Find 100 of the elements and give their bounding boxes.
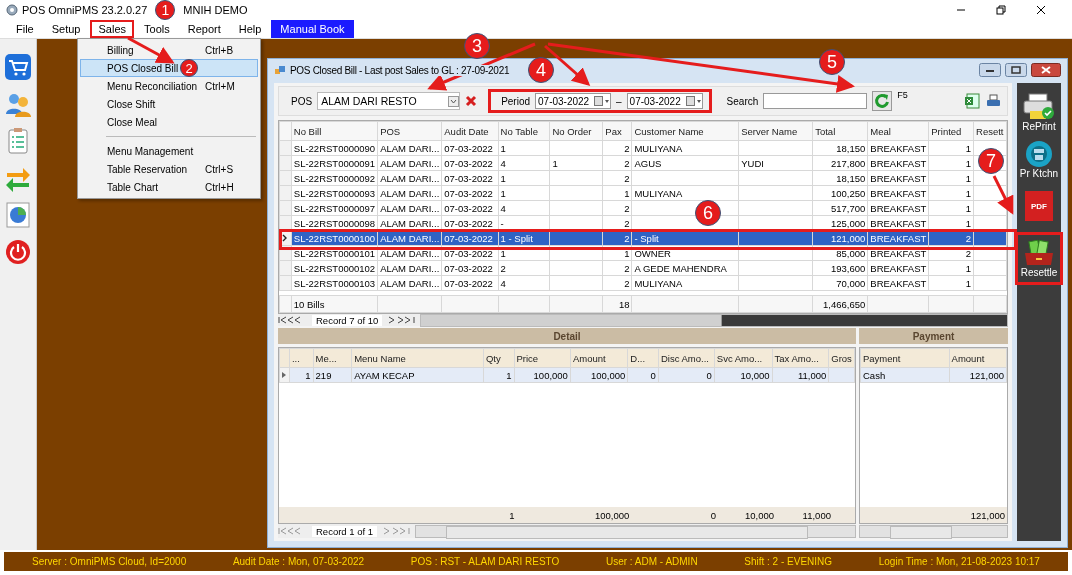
table-cell: BREAKFAST: [870, 262, 927, 274]
menu-item[interactable]: Close Shift: [80, 95, 258, 113]
column-header[interactable]: ...: [289, 348, 314, 368]
pdf-button[interactable]: PDF: [1018, 185, 1060, 227]
table-cell: BREAKFAST: [870, 142, 927, 154]
pie-chart-icon[interactable]: [4, 201, 32, 229]
menu-item[interactable]: Manual Book: [271, 20, 354, 38]
power-icon[interactable]: [4, 238, 32, 266]
column-header[interactable]: No Order: [549, 121, 603, 141]
kitchen-print-button[interactable]: Pr Ktchn: [1018, 138, 1060, 181]
maximize-button[interactable]: [1005, 63, 1027, 77]
column-header[interactable]: Customer Name: [631, 121, 739, 141]
search-label: Search: [726, 95, 759, 107]
table-cell: 18,150: [836, 142, 866, 154]
table-cell: BREAKFAST: [870, 232, 927, 244]
record-counter: Record 7 of 10: [312, 314, 383, 326]
summary-cell: 121,000: [970, 509, 1005, 521]
table-cell: 1: [965, 157, 971, 169]
table-cell: 1: [965, 262, 971, 274]
table-cell: ALAM DARI...: [380, 247, 440, 259]
status-item: POS : RST - ALAM DARI RESTO: [410, 556, 560, 567]
window-title: MNIH DEMO: [183, 4, 248, 16]
column-header[interactable]: Server Name: [738, 121, 813, 141]
column-header[interactable]: Price: [514, 348, 571, 368]
table-cell: SL-22RST0000100: [293, 232, 376, 244]
date-field[interactable]: 07-03-2022: [626, 93, 703, 109]
table-cell: 07-03-2022: [444, 277, 493, 289]
refresh-button[interactable]: [872, 91, 893, 111]
table-cell: 1: [305, 369, 311, 381]
search-field[interactable]: [763, 93, 868, 109]
column-header[interactable]: POS: [377, 121, 442, 141]
column-header[interactable]: Audit Date: [441, 121, 499, 141]
record-navigator-icon[interactable]: [386, 316, 417, 324]
table-cell: YUDI: [741, 157, 764, 169]
table-cell: BREAKFAST: [870, 217, 927, 229]
table-cell: 0: [706, 369, 712, 381]
table-cell: 07-03-2022: [444, 232, 493, 244]
table-cell: ALAM DARI...: [380, 262, 440, 274]
table-cell: 121,000: [830, 232, 866, 244]
menu-item[interactable]: Help: [230, 20, 270, 38]
column-header[interactable]: Menu Name: [351, 348, 484, 368]
table-cell: ALAM DARI...: [380, 202, 440, 214]
table-cell: SL-22RST0000102: [293, 262, 376, 274]
column-header[interactable]: Printed: [928, 121, 974, 141]
minimize-button[interactable]: [979, 63, 1001, 77]
column-header[interactable]: Payment: [860, 348, 950, 368]
reprint-button[interactable]: RePrint: [1018, 91, 1060, 134]
menu-item[interactable]: Setup: [43, 20, 89, 38]
column-header[interactable]: Tax Amo...: [772, 348, 829, 368]
close-icon[interactable]: [1036, 5, 1046, 15]
summary-cell: 0: [710, 509, 717, 521]
menu-item[interactable]: Table Chart Ctrl+H: [80, 178, 258, 196]
menu-item[interactable]: Table Reservation Ctrl+S: [80, 160, 258, 178]
menu-item[interactable]: Close Meal: [80, 113, 258, 131]
menu-item[interactable]: Report: [179, 20, 229, 38]
section-title: Payment: [912, 330, 955, 342]
clear-icon[interactable]: [465, 95, 478, 107]
column-header[interactable]: Disc Amo...: [658, 348, 715, 368]
column-header[interactable]: Total: [812, 121, 868, 141]
date-field[interactable]: 07-03-2022: [535, 93, 612, 109]
column-header[interactable]: No Bill: [291, 121, 378, 141]
menu-item[interactable]: Menu Management: [80, 142, 258, 160]
table-cell: 07-03-2022: [444, 217, 493, 229]
cart-icon[interactable]: [4, 53, 32, 81]
column-header[interactable]: Amount: [570, 348, 628, 368]
table-cell: 1: [506, 369, 512, 381]
table-cell: 517,700: [830, 202, 866, 214]
app-icon: [6, 4, 18, 16]
column-header[interactable]: Gros: [828, 348, 855, 368]
restore-icon[interactable]: [996, 5, 1006, 15]
menu-item[interactable]: Sales: [90, 20, 134, 38]
window-app-icon: [274, 64, 286, 76]
column-header[interactable]: Amount: [949, 348, 1007, 368]
column-header[interactable]: Meal: [867, 121, 929, 141]
horizontal-scrollbar[interactable]: [859, 524, 1008, 538]
table-cell: 1: [500, 172, 506, 184]
menu-item[interactable]: Menu Reconciliation Ctrl+M: [80, 77, 258, 95]
close-button[interactable]: [1031, 63, 1061, 77]
column-header[interactable]: Pax: [602, 121, 632, 141]
shortcut-label: F5: [897, 90, 908, 100]
resettle-button[interactable]: Resettle: [1018, 235, 1060, 282]
menu-item[interactable]: Billing Ctrl+B: [80, 41, 258, 59]
table-cell: 10,000: [740, 369, 770, 381]
column-header[interactable]: Resett: [973, 121, 1007, 141]
table-cell: 07-03-2022: [444, 262, 493, 274]
menu-item[interactable]: File: [8, 20, 42, 38]
printer-icon[interactable]: [985, 93, 1001, 109]
table-cell: 07-03-2022: [444, 142, 493, 154]
column-header[interactable]: Qty: [483, 348, 514, 368]
spreadsheet-icon[interactable]: [964, 93, 980, 109]
table-cell: 2: [624, 157, 630, 169]
column-header[interactable]: Me...: [313, 348, 352, 368]
column-header[interactable]: No Table: [498, 121, 550, 141]
column-header[interactable]: D...: [627, 348, 659, 368]
table-cell: 1: [552, 157, 558, 169]
horizontal-scrollbar[interactable]: [415, 524, 856, 538]
column-header[interactable]: Svc Amo...: [714, 348, 773, 368]
table-cell: SL-22RST0000098: [293, 217, 376, 229]
pos-dropdown[interactable]: ALAM DARI RESTO: [317, 92, 461, 110]
menu-item[interactable]: Tools: [136, 20, 178, 38]
